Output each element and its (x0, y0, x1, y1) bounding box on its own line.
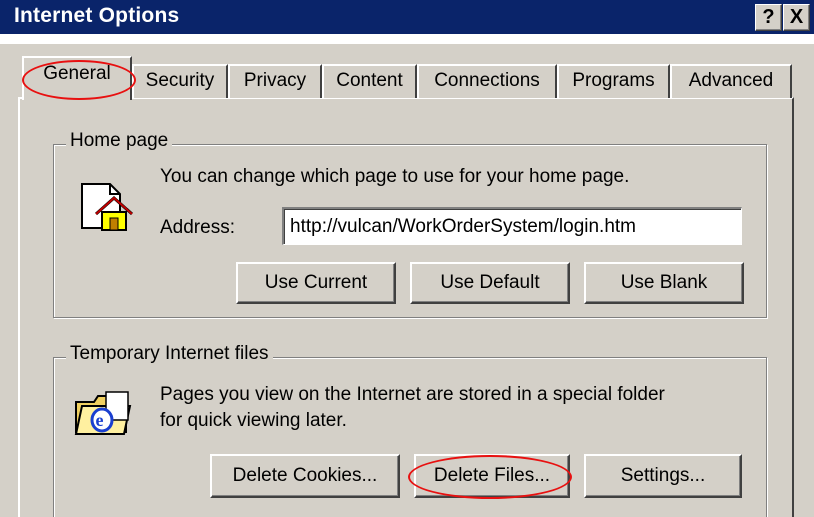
tab-advanced[interactable]: Advanced (670, 64, 792, 98)
delete-files-button[interactable]: Delete Files... (414, 454, 570, 498)
tab-connections[interactable]: Connections (417, 64, 557, 98)
close-button[interactable]: X (783, 4, 810, 31)
use-blank-button[interactable]: Use Blank (584, 262, 744, 304)
help-button[interactable]: ? (755, 4, 782, 31)
home-page-description: You can change which page to use for you… (160, 166, 630, 187)
window-title: Internet Options (14, 4, 180, 27)
svg-text:e: e (96, 410, 104, 430)
tab-privacy[interactable]: Privacy (228, 64, 322, 98)
tab-general[interactable]: General (22, 56, 132, 100)
home-page-icon (81, 183, 133, 231)
tab-programs[interactable]: Programs (557, 64, 670, 98)
ie-folder-icon: e (74, 391, 132, 435)
temp-files-description-line-2: for quick viewing later. (160, 410, 347, 431)
tab-security[interactable]: Security (132, 64, 228, 98)
settings-button[interactable]: Settings... (584, 454, 742, 498)
use-current-button[interactable]: Use Current (236, 262, 396, 304)
temp-files-description-line-1: Pages you view on the Internet are store… (160, 384, 665, 405)
title-bar[interactable]: Internet Options ? X (0, 0, 814, 44)
address-label: Address: (160, 217, 235, 238)
delete-cookies-button[interactable]: Delete Cookies... (210, 454, 400, 498)
use-default-button[interactable]: Use Default (410, 262, 570, 304)
tab-content[interactable]: Content (322, 64, 417, 98)
temporary-internet-files-legend: Temporary Internet files (66, 343, 273, 365)
home-page-legend: Home page (66, 130, 173, 152)
address-input[interactable]: http://vulcan/WorkOrderSystem/login.htm (282, 207, 742, 245)
